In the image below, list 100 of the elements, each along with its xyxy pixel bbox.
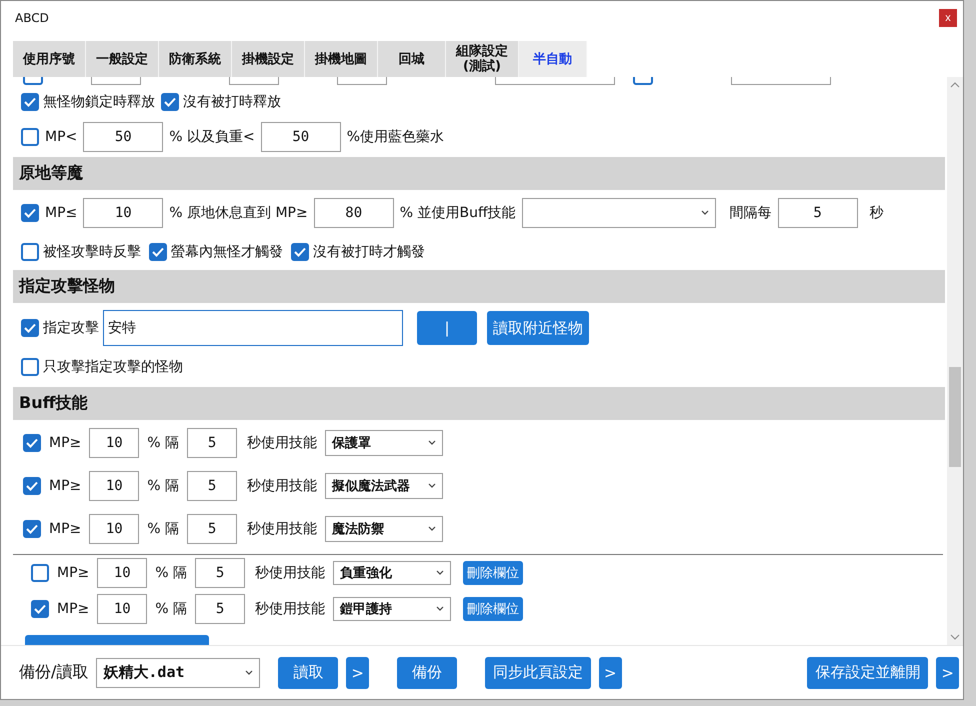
input-field[interactable]: 5 [187,471,238,502]
action-button[interactable]: 保存設定並離開 [807,656,928,688]
checkbox[interactable] [31,564,49,582]
file-select[interactable]: 妖精大.dat [96,658,260,688]
skill-label: 秒使用技能 [255,564,326,582]
checkbox[interactable] [21,128,39,146]
weight-label: % 以及負重< [169,128,255,146]
tab[interactable]: 回城 [378,41,446,77]
input-field[interactable]: 50 [83,122,164,152]
delete-button[interactable]: 刪除欄位 [463,597,524,622]
seconds-label: 秒 [870,204,884,222]
skill-label: 秒使用技能 [247,434,318,452]
skill-label: 秒使用技能 [247,477,318,496]
mp-label: MP≥ [49,520,82,537]
checkbox[interactable] [291,243,309,262]
checkbox-label: 沒有被打時才觸發 [313,243,425,262]
checkbox[interactable] [21,319,39,338]
checkbox-label: 只攻擊指定攻擊的怪物 [43,358,183,376]
caret-icon [428,526,436,532]
input-field[interactable]: 10 [97,558,148,588]
checkbox-label: 沒有被打時釋放 [183,93,281,112]
scrollbar[interactable] [947,77,963,645]
tab[interactable]: 防衛系統 [159,41,232,77]
caret-icon [428,483,436,490]
read-monsters-button[interactable]: 讀取附近怪物 [487,311,589,346]
caret-icon [700,210,709,216]
checkbox[interactable] [21,204,39,222]
caret-icon [428,440,436,446]
interval-label: % 隔 [155,600,188,618]
more-button[interactable]: > [598,656,622,688]
input-field[interactable]: 10 [97,594,148,624]
input-field[interactable]: 5 [195,594,246,624]
checkbox[interactable] [21,93,39,112]
action-button[interactable]: 同步此頁設定 [484,656,591,688]
delete-button[interactable]: 刪除欄位 [463,561,524,586]
more-button[interactable]: > [936,656,959,688]
scroll-down-icon[interactable] [950,633,960,641]
input-field[interactable]: 10 [83,198,164,228]
mp-label: MP≥ [49,478,82,494]
skill-select[interactable]: 鎧甲護持 [333,597,452,622]
input-field[interactable]: 10 [89,514,140,544]
checkbox[interactable] [31,600,49,618]
checkbox-label: 螢幕內無怪才觸發 [171,243,283,262]
input-field[interactable]: 80 [314,198,394,228]
input-field[interactable]: 5 [195,558,246,588]
buff-select[interactable] [522,198,716,228]
potion-label: %使用藍色藥水 [346,128,444,146]
checkbox[interactable] [149,243,167,262]
window-title: ABCD [15,11,49,25]
interval-label: % 隔 [147,477,180,496]
interval-label: % 隔 [155,564,188,582]
input-field[interactable]: 10 [89,471,140,502]
close-button[interactable]: x [939,9,957,27]
interval-label: 間隔每 [730,204,772,222]
input-field[interactable]: 5 [778,198,858,228]
input-field[interactable]: 10 [89,428,140,458]
checkbox[interactable] [161,93,179,112]
action-button[interactable]: 讀取 [278,656,338,688]
skill-label: 秒使用技能 [247,520,318,538]
tab[interactable]: 使用序號 [13,41,86,77]
section-title: 原地等魔 [19,162,83,184]
tab[interactable]: 掛機地圖 [305,41,378,77]
mp-label: MP≤ [45,205,78,222]
checkbox[interactable] [23,520,41,538]
skill-select[interactable]: 魔法防禦 [325,516,444,542]
caret-icon [245,670,254,676]
caret-icon [436,606,444,612]
skill-select[interactable]: 保護罩 [325,430,444,456]
tab[interactable]: 組隊設定 (測試) [446,41,519,77]
monster-input[interactable]: 安特 [103,310,403,346]
input-field[interactable]: 50 [260,122,341,152]
checkbox[interactable] [21,358,39,376]
target-label: 指定攻擊 [43,319,99,338]
scroll-up-icon[interactable] [950,81,960,89]
checkbox[interactable] [23,434,41,452]
separator-button[interactable]: | [417,311,477,346]
tab[interactable]: 一般設定 [86,41,159,77]
section-title: Buff技能 [19,392,88,414]
input-field[interactable]: 5 [187,514,238,544]
tab[interactable]: 掛機設定 [232,41,305,77]
checkbox-label: 被怪攻擊時反擊 [43,243,141,262]
tab[interactable]: 半自動 [519,41,587,77]
rest-label: % 原地休息直到 MP≥ [169,204,308,222]
interval-label: % 隔 [147,520,180,538]
checkbox[interactable] [23,477,41,496]
caret-icon [436,570,444,576]
mp-label: MP≥ [57,565,90,582]
scroll-thumb[interactable] [949,367,961,467]
action-button[interactable]: 備份 [396,656,457,688]
more-button[interactable]: > [346,656,369,688]
skill-label: 秒使用技能 [255,600,326,618]
checkbox-label: 無怪物鎖定時釋放 [43,93,155,112]
input-field[interactable]: 5 [187,428,238,458]
skill-select[interactable]: 負重強化 [333,561,452,586]
checkbox[interactable] [21,243,39,262]
mp-label: MP≥ [57,601,90,618]
buff-label: % 並使用Buff技能 [400,204,516,222]
section-title: 指定攻擊怪物 [19,276,115,297]
skill-select[interactable]: 擬似魔法武器 [325,473,444,500]
backup-label: 備份/讀取 [19,662,88,683]
